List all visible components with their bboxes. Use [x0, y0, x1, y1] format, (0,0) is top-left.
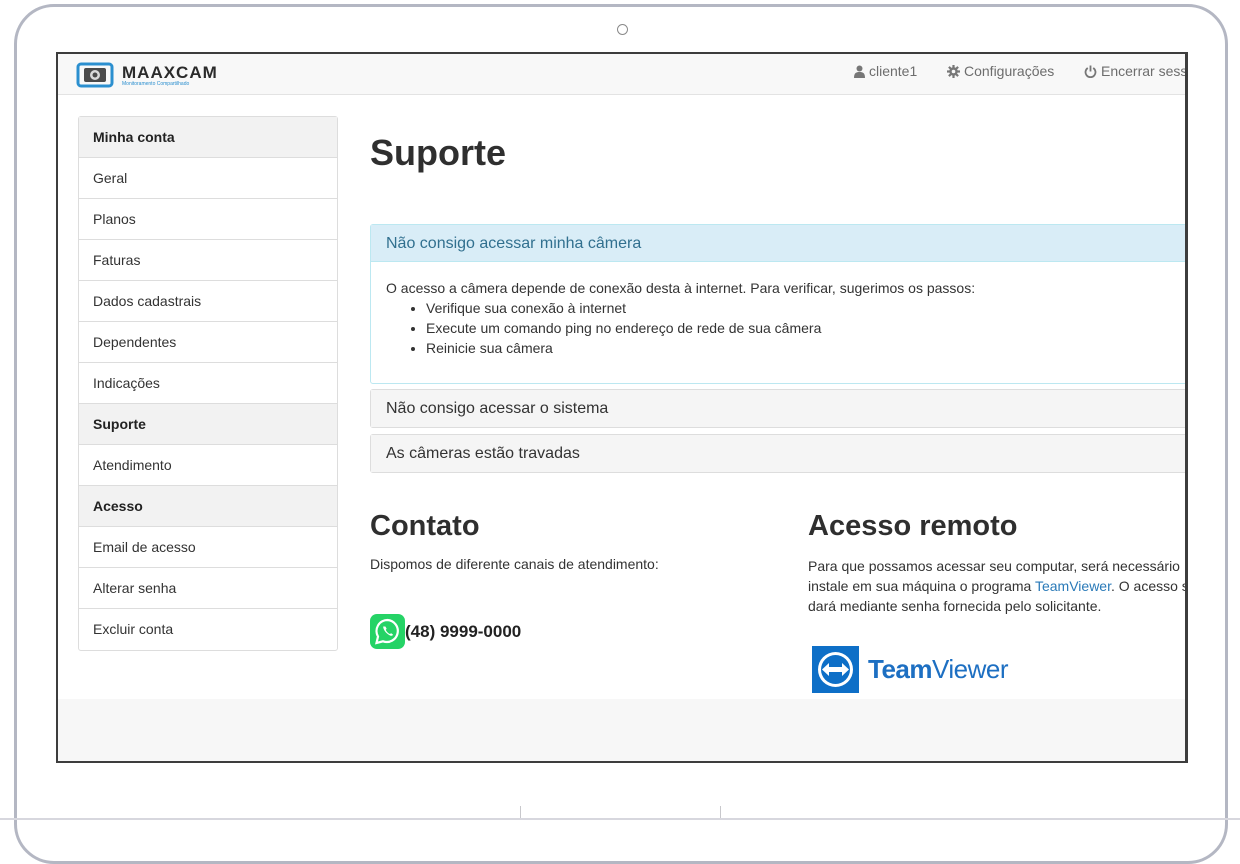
faq-panel-camera-header[interactable]: Não consigo acessar minha câmera: [371, 225, 1188, 262]
sidebar-menu: Minha conta Geral Planos Faturas Dados c…: [78, 116, 338, 651]
remote-text-line2-start: instale em sua máquina o programa: [808, 578, 1035, 594]
teamviewer-wordmark-regular: Viewer: [932, 654, 1009, 684]
sidebar-item-atendimento[interactable]: Atendimento: [79, 445, 337, 486]
sidebar-item-faturas[interactable]: Faturas: [79, 240, 337, 281]
teamviewer-wordmark-bold: Team: [868, 654, 933, 684]
screen-right-border: [1185, 52, 1188, 763]
remote-text-line3: dará mediante senha fornecida pelo solic…: [808, 598, 1102, 614]
page-body: MAAXCAM Monitoramento Compartilhado clie…: [58, 54, 1188, 699]
faq-intro-text: O acesso a câmera depende de conexão des…: [386, 280, 976, 296]
page-title: Suporte: [370, 132, 507, 173]
sidebar-item-dados-cadastrais[interactable]: Dados cadastrais: [79, 281, 337, 322]
list-item: Verifique sua conexão à internet: [426, 298, 1184, 318]
camera-logo-icon: [76, 62, 114, 88]
phone-number[interactable]: (48) 9999-0000: [405, 622, 521, 642]
page-footer: [58, 699, 1188, 761]
teamviewer-wordmark: TeamViewer: [868, 654, 1009, 685]
user-icon: [854, 65, 865, 78]
nav-logout[interactable]: Encerrar sess: [1084, 63, 1187, 79]
faq-panel-travadas[interactable]: As câmeras estão travadas: [370, 434, 1188, 473]
list-item: Execute um comando ping no endereço de r…: [426, 318, 1184, 338]
sidebar-item-planos[interactable]: Planos: [79, 199, 337, 240]
laptop-hinge-right: [720, 806, 721, 818]
faq-panel-sistema[interactable]: Não consigo acessar o sistema: [370, 389, 1188, 428]
teamviewer-logo[interactable]: TeamViewer: [812, 646, 1009, 693]
power-icon: [1084, 65, 1097, 78]
gear-icon: [947, 64, 960, 78]
nav-settings[interactable]: Configurações: [947, 63, 1054, 79]
sidebar-item-indicacoes[interactable]: Indicações: [79, 363, 337, 404]
whatsapp-icon: [370, 614, 405, 649]
faq-steps-list: Verifique sua conexão à internet Execute…: [386, 298, 1184, 358]
nav-logout-label: Encerrar sess: [1101, 63, 1188, 79]
sidebar-item-alterar-senha[interactable]: Alterar senha: [79, 568, 337, 609]
contact-text: Dispomos de diferente canais de atendime…: [370, 556, 659, 572]
webcam-dot: [617, 24, 628, 35]
list-item: Reinicie sua câmera: [426, 338, 1184, 358]
nav-settings-label: Configurações: [964, 63, 1055, 79]
remote-text-line2-end: . O acesso s: [1111, 578, 1188, 594]
logo-text: MAAXCAM: [122, 63, 218, 82]
sidebar-item-geral[interactable]: Geral: [79, 158, 337, 199]
faq-panel-camera: Não consigo acessar minha câmera O acess…: [370, 224, 1188, 384]
remote-access-text: Para que possamos acessar seu computar, …: [808, 556, 1188, 616]
nav-user-label: cliente1: [869, 63, 918, 79]
whatsapp-contact[interactable]: (48) 9999-0000: [370, 614, 521, 649]
laptop-hinge-left: [520, 806, 521, 818]
teamviewer-link[interactable]: TeamViewer: [1035, 578, 1111, 594]
remote-access-title: Acesso remoto: [808, 510, 1018, 542]
sidebar-item-dependentes[interactable]: Dependentes: [79, 322, 337, 363]
remote-text-line2: instale em sua máquina o programa TeamVi…: [808, 576, 1188, 596]
remote-text-line1: Para que possamos acessar seu computar, …: [808, 558, 1180, 574]
faq-panel-sistema-header[interactable]: Não consigo acessar o sistema: [371, 390, 1188, 427]
logo-subtitle: Monitoramento Compartilhado: [122, 81, 190, 87]
sidebar-header-acesso: Acesso: [79, 486, 337, 527]
contact-title: Contato: [370, 510, 480, 542]
faq-panel-travadas-header[interactable]: As câmeras estão travadas: [371, 435, 1188, 472]
browser-screen: MAAXCAM Monitoramento Compartilhado clie…: [56, 52, 1188, 763]
top-navbar: MAAXCAM Monitoramento Compartilhado clie…: [58, 54, 1188, 95]
sidebar-header-minha-conta: Minha conta: [79, 117, 337, 158]
sidebar-item-email-de-acesso[interactable]: Email de acesso: [79, 527, 337, 568]
sidebar-header-suporte: Suporte: [79, 404, 337, 445]
nav-user[interactable]: cliente1: [854, 63, 917, 79]
faq-panel-camera-body: O acesso a câmera depende de conexão des…: [371, 262, 1188, 374]
teamviewer-icon: [812, 646, 859, 693]
sidebar-item-excluir-conta[interactable]: Excluir conta: [79, 609, 337, 650]
